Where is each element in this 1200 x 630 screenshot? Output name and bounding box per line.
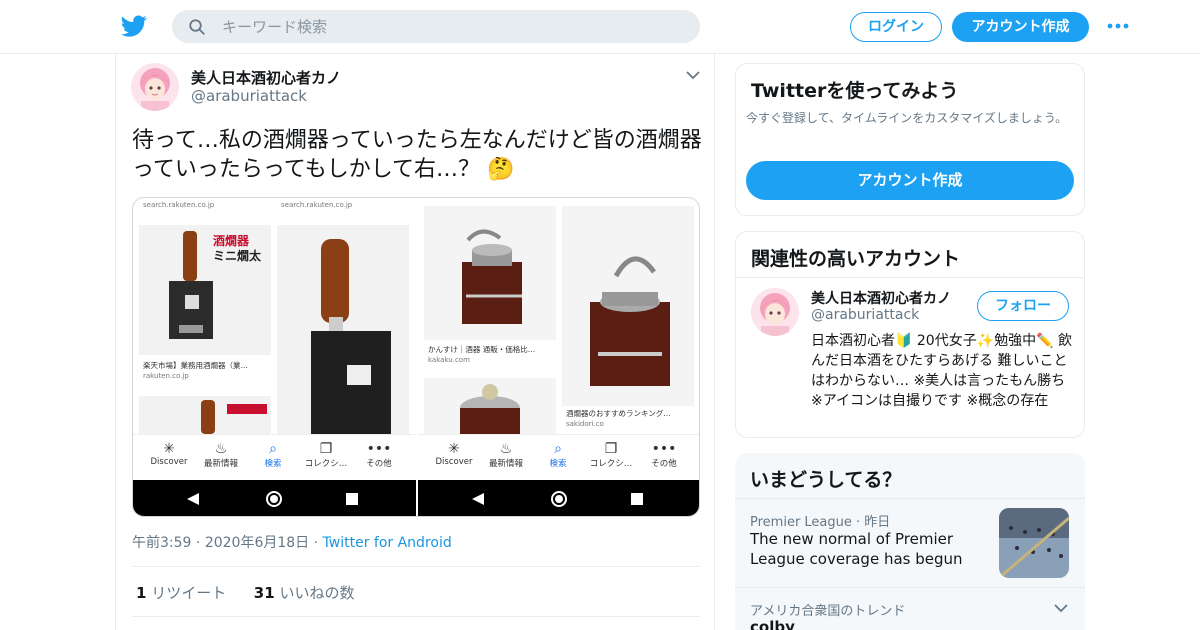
back-icon[interactable] [470,491,486,507]
trends-card: いまどうしてる？ Premier League · 昨日 The new nor… [735,453,1085,630]
tweet-date[interactable]: 2020年6月18日 [205,535,309,551]
trend-location: アメリカ合衆国のトレンド [750,604,906,619]
result-caption: 酒燗器のおすすめランキング… [566,409,671,418]
more-dots-icon: ••• [366,441,392,457]
tweet-meta: 午前3:59 · 2020年6月18日 · Twitter for Androi… [132,532,452,552]
trend-thumbnail[interactable] [999,508,1069,578]
related-avatar[interactable] [751,288,799,336]
tweet-media[interactable]: search.rakuten.co.jp search.rakuten.co.j… [132,197,700,517]
meta-separator: · [195,535,205,551]
author-name[interactable]: 美人日本酒初心者カノ [191,67,341,88]
login-button[interactable]: ログイン [850,12,942,42]
result-caption: かんすけ｜酒器 通販・価格比… [428,345,536,354]
twitter-bird-icon[interactable] [120,13,148,39]
nav-discover[interactable]: ✳ Discover [143,441,195,467]
back-icon[interactable] [185,491,201,507]
home-icon[interactable] [265,490,283,508]
tweet-stats: 1 リツイート 31 いいねの数 [136,582,354,603]
card-title: Twitterを使ってみよう [751,80,959,102]
recents-icon[interactable] [630,492,644,506]
android-nav-bar [133,480,416,516]
trend-name[interactable]: colby [750,618,795,630]
tweet-time[interactable]: 午前3:59 [132,535,191,551]
trend-headline[interactable]: The new normal of Premier League coverag… [750,529,990,569]
nav-search[interactable]: ⌕ 検索 [247,441,299,469]
top-bar: ログイン アカウント作成 [0,0,1200,54]
bell-icon: ♨ [499,441,513,457]
product-image-wooden-box [424,206,556,340]
more-options-icon[interactable] [1106,18,1130,34]
try-twitter-card: Twitterを使ってみよう 今すぐ登録して、タイムラインをカスタマイズしましょ… [735,63,1085,216]
chevron-down-icon[interactable] [1054,603,1068,613]
nav-collections[interactable]: ❐ コレクシ… [584,441,638,469]
media-image-right[interactable]: かんすけ｜酒器 通販・価格比… kakaku.com 酒燗器のおすすめランキング… [418,198,699,516]
author-avatar[interactable] [131,63,179,111]
divider [132,566,700,567]
trend-source: Premier League · 昨日 [750,515,891,530]
related-accounts-card: 関連性の高いアカウント 美人日本酒初心者カノ @araburiattack フォ… [735,231,1085,438]
card-description: 今すぐ登録して、タイムラインをカスタマイズしましょう。 [746,111,1068,125]
app-bottom-nav: ✳ Discover ♨ 最新情報 ⌕ 検索 ❐ コレクシ… ••• その他 [133,434,416,480]
related-handle[interactable]: @araburiattack [811,307,919,323]
signup-button[interactable]: アカウント作成 [952,12,1089,42]
nav-discover[interactable]: ✳ Discover [428,441,480,467]
bell-icon: ♨ [214,441,228,457]
result-caption: 楽天市場】業務用酒燗器（業… [143,361,248,370]
source-label: search.rakuten.co.jp [281,201,353,209]
home-icon[interactable] [550,490,568,508]
tweet-column: 美人日本酒初心者カノ @araburiattack 待って…私の酒燗器っていった… [115,54,715,630]
meta-separator: · [313,535,323,551]
media-image-left[interactable]: search.rakuten.co.jp search.rakuten.co.j… [133,198,416,516]
tweet-body: 待って…私の酒燗器っていったら左なんだけど皆の酒燗器っていったらってもしかして右… [132,128,702,182]
retweet-stat[interactable]: 1 リツイート [136,584,226,602]
search-box[interactable] [172,10,700,43]
more-dots-icon: ••• [651,441,677,457]
source-label: search.rakuten.co.jp [143,201,215,209]
app-bottom-nav: ✳ Discover ♨ 最新情報 ⌕ 検索 ❐ コレクシ… ••• その他 [418,434,699,480]
divider [735,587,1085,588]
nav-updates[interactable]: ♨ 最新情報 [480,441,532,469]
collection-icon: ❐ [604,441,618,457]
search-icon: ⌕ [554,441,562,457]
divider [132,616,700,617]
product-image-kettle [424,378,556,434]
card-title: 関連性の高いアカウント [751,248,961,270]
recents-icon[interactable] [345,492,359,506]
product-image-sake-warmer-tall [277,225,409,435]
nav-more[interactable]: ••• その他 [353,441,405,469]
result-caption-source: sakidori.co [566,420,604,428]
result-caption-source: kakaku.com [428,356,470,364]
asterisk-icon: ✳ [163,441,175,457]
divider [736,277,1084,278]
asterisk-icon: ✳ [448,441,460,457]
divider [735,498,1085,499]
chevron-down-icon[interactable] [686,70,700,80]
like-stat[interactable]: 31 いいねの数 [254,584,355,602]
related-name[interactable]: 美人日本酒初心者カノ [811,288,951,308]
related-bio: 日本酒初心者🔰 20代女子✨勉強中✏️ 飲んだ日本酒をひたすらあげる 難しいこと… [811,333,1073,409]
create-account-button[interactable]: アカウント作成 [746,161,1074,200]
search-icon: ⌕ [269,441,277,457]
follow-button[interactable]: フォロー [977,291,1069,321]
nav-collections[interactable]: ❐ コレクシ… [299,441,353,469]
author-handle[interactable]: @araburiattack [191,87,307,105]
product-image-sake-warmer-2 [139,396,271,434]
tweet-text: 待って…私の酒燗器っていったら左なんだけど皆の酒燗器っていったらってもしかして右… [132,126,702,184]
search-input[interactable] [222,10,682,43]
nav-updates[interactable]: ♨ 最新情報 [195,441,247,469]
card-title: いまどうしてる？ [750,469,902,491]
product-image-wooden-box-large [562,206,694,406]
tweet-source-link[interactable]: Twitter for Android [323,535,452,551]
android-nav-bar [418,480,699,516]
thinking-face-icon: 🤔 [487,157,515,182]
nav-more[interactable]: ••• その他 [638,441,690,469]
nav-search[interactable]: ⌕ 検索 [532,441,584,469]
search-icon [189,19,205,35]
product-label: 酒燗器 ミニ燗太 [213,234,262,263]
collection-icon: ❐ [319,441,333,457]
result-caption-source: rakuten.co.jp [143,372,189,380]
